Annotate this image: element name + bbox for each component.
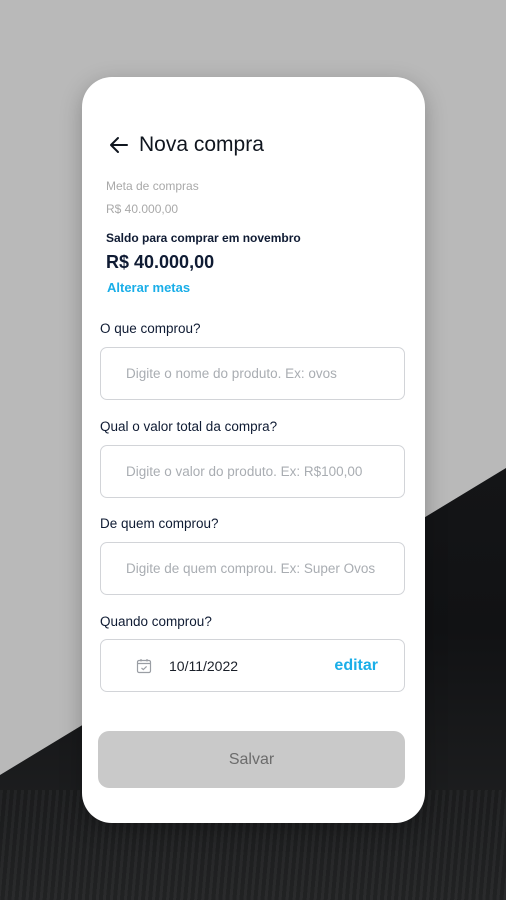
fornecedor-label: De quem comprou? [100,516,219,531]
valor-label: Qual o valor total da compra? [100,419,278,434]
save-button[interactable]: Salvar [98,731,405,788]
produto-label: O que comprou? [100,321,201,336]
arrow-left-icon [110,137,128,153]
valor-input[interactable] [101,463,404,480]
date-field[interactable]: 10/11/2022 editar [100,639,405,692]
date-value: 10/11/2022 [169,657,239,674]
edit-date-button[interactable]: editar [334,657,378,675]
calendar-icon [136,658,152,674]
back-button[interactable] [108,134,130,156]
meta-value: R$ 40.000,00 [106,202,179,216]
saldo-value: R$ 40.000,00 [106,252,215,272]
phone-screen: Nova compra Meta de compras R$ 40.000,00… [82,77,425,823]
page-title: Nova compra [139,133,264,156]
header: Nova compra [108,131,264,159]
alterar-metas-link[interactable]: Alterar metas [107,280,190,295]
meta-label: Meta de compras [106,179,199,193]
valor-field [100,445,405,498]
produto-input[interactable] [101,365,404,382]
saldo-label: Saldo para comprar em novembro [106,231,301,245]
produto-field [100,347,405,400]
data-label: Quando comprou? [100,614,212,629]
fornecedor-field [100,542,405,595]
fornecedor-input[interactable] [101,560,404,577]
